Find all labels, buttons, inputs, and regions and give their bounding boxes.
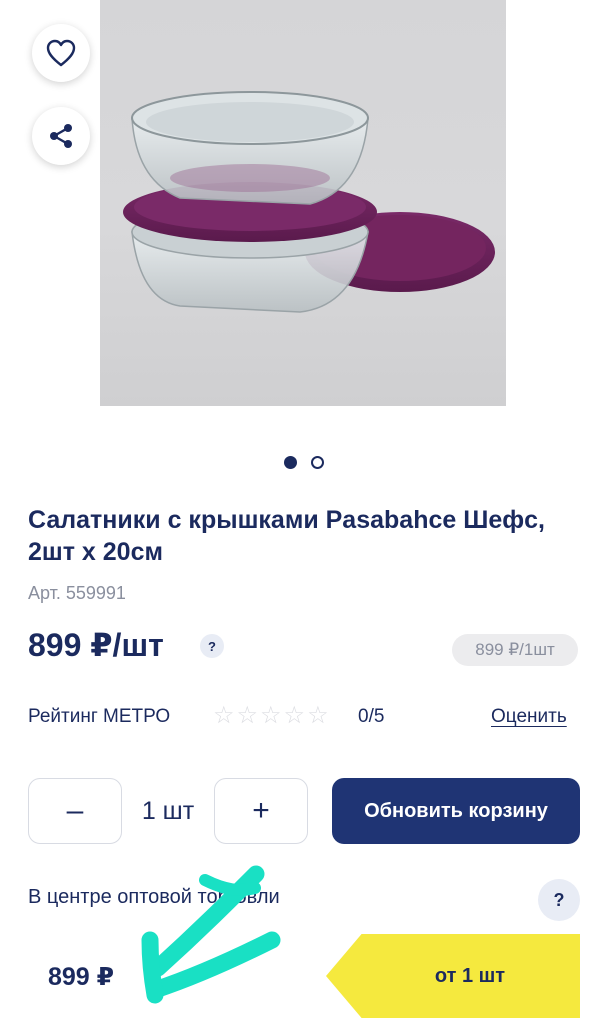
share-button[interactable] <box>32 107 90 165</box>
update-cart-button[interactable]: Обновить корзину <box>332 778 580 844</box>
rating-stars: ☆ ☆ ☆ ☆ ☆ <box>213 704 329 728</box>
rate-link[interactable]: Оценить <box>491 706 567 728</box>
star-icon: ☆ <box>213 702 235 729</box>
wholesale-price: 899 ₽ <box>48 963 115 991</box>
heart-icon <box>46 39 76 67</box>
increase-quantity-button[interactable]: + <box>214 778 308 844</box>
star-icon: ☆ <box>260 702 282 729</box>
wholesale-tier-tag: от 1 шт <box>326 934 580 1018</box>
gallery-pagination <box>0 456 607 469</box>
favorite-button[interactable] <box>32 24 90 82</box>
product-photo <box>123 91 495 313</box>
star-icon: ☆ <box>307 702 329 729</box>
wholesale-title: В центре оптовой торговли <box>28 886 280 908</box>
rating-score: 0/5 <box>358 706 385 727</box>
rating-label: Рейтинг МЕТРО <box>28 706 171 727</box>
price-help-button[interactable]: ? <box>200 634 224 658</box>
product-title: Салатники с крышками Pasabahce Шефс, 2шт… <box>28 506 545 566</box>
product-image[interactable] <box>100 0 506 406</box>
product-sku: Арт. 559991 <box>28 583 126 603</box>
share-icon <box>50 124 72 148</box>
wholesale-help-button[interactable]: ? <box>538 879 580 921</box>
product-price: 899 ₽/шт <box>28 627 164 663</box>
star-icon: ☆ <box>236 702 259 729</box>
quantity-value: 1 шт <box>141 796 195 825</box>
star-icon: ☆ <box>283 702 306 729</box>
tier-label: от 1 шт <box>434 964 506 987</box>
gallery-dot-2[interactable] <box>310 456 324 469</box>
unit-price-badge: 899 ₽/1шт <box>452 634 578 666</box>
gallery-dot-1[interactable] <box>283 456 297 469</box>
decrease-quantity-button[interactable]: – <box>28 778 122 844</box>
